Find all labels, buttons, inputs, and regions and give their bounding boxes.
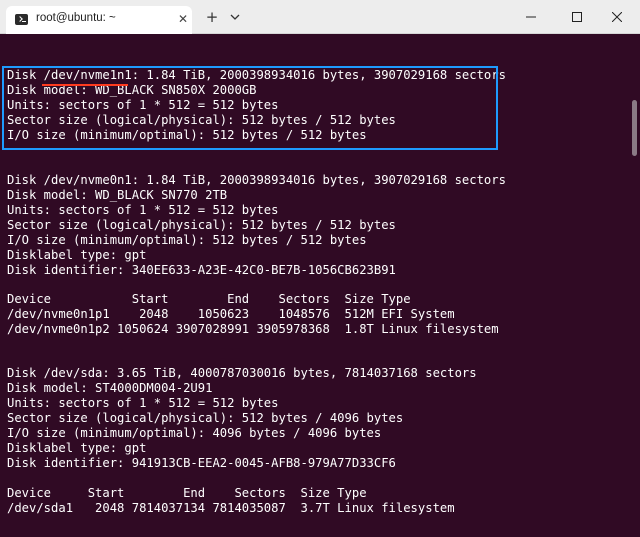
terminal-line: Disk identifier: 941913CB-EEA2-0045-AFB8… xyxy=(7,456,396,470)
device-underline xyxy=(42,84,128,86)
terminal-line: I/O size (minimum/optimal): 512 bytes / … xyxy=(7,233,367,247)
terminal-line: Device Start End Sectors Size Type xyxy=(7,486,367,500)
terminal-line: Sector size (logical/physical): 512 byte… xyxy=(7,218,396,232)
terminal-line: Disk /dev/sda: 3.65 TiB, 4000787030016 b… xyxy=(7,366,477,380)
terminal-line: Device Start End Sectors Size Type xyxy=(7,292,411,306)
terminal-line: I/O size (minimum/optimal): 4096 bytes /… xyxy=(7,426,382,440)
terminal-window: root@ubuntu: ~ ✕ + Disk /dev/nvme1n1: 1.… xyxy=(0,0,640,537)
terminal-line: Disklabel type: gpt xyxy=(7,441,147,455)
terminal-line: Units: sectors of 1 * 512 = 512 bytes xyxy=(7,396,279,410)
terminal-line: Disk model: WD_BLACK SN770 2TB xyxy=(7,188,228,202)
terminal-line: Disklabel type: gpt xyxy=(7,248,147,262)
terminal-line: Units: sectors of 1 * 512 = 512 bytes xyxy=(7,203,279,217)
terminal-line: Sector size (logical/physical): 512 byte… xyxy=(7,411,404,425)
terminal-line: Disk model: ST4000DM004-2U91 xyxy=(7,381,213,395)
terminal-output[interactable]: Disk /dev/nvme1n1: 1.84 TiB, 20003989340… xyxy=(0,0,632,537)
terminal-line: /dev/nvme0n1p2 1050624 3907028991 390597… xyxy=(7,322,499,336)
terminal-line: Disk /dev/nvme0n1: 1.84 TiB, 20003989340… xyxy=(7,173,506,187)
terminal-line: /dev/nvme0n1p1 2048 1050623 1048576 512M… xyxy=(7,307,455,321)
terminal-line: Disk identifier: 340EE633-A23E-42C0-BE7B… xyxy=(7,263,396,277)
scrollbar-thumb[interactable] xyxy=(632,100,637,156)
highlight-box xyxy=(2,66,498,150)
terminal-line: /dev/sda1 2048 7814037134 7814035087 3.7… xyxy=(7,501,455,515)
